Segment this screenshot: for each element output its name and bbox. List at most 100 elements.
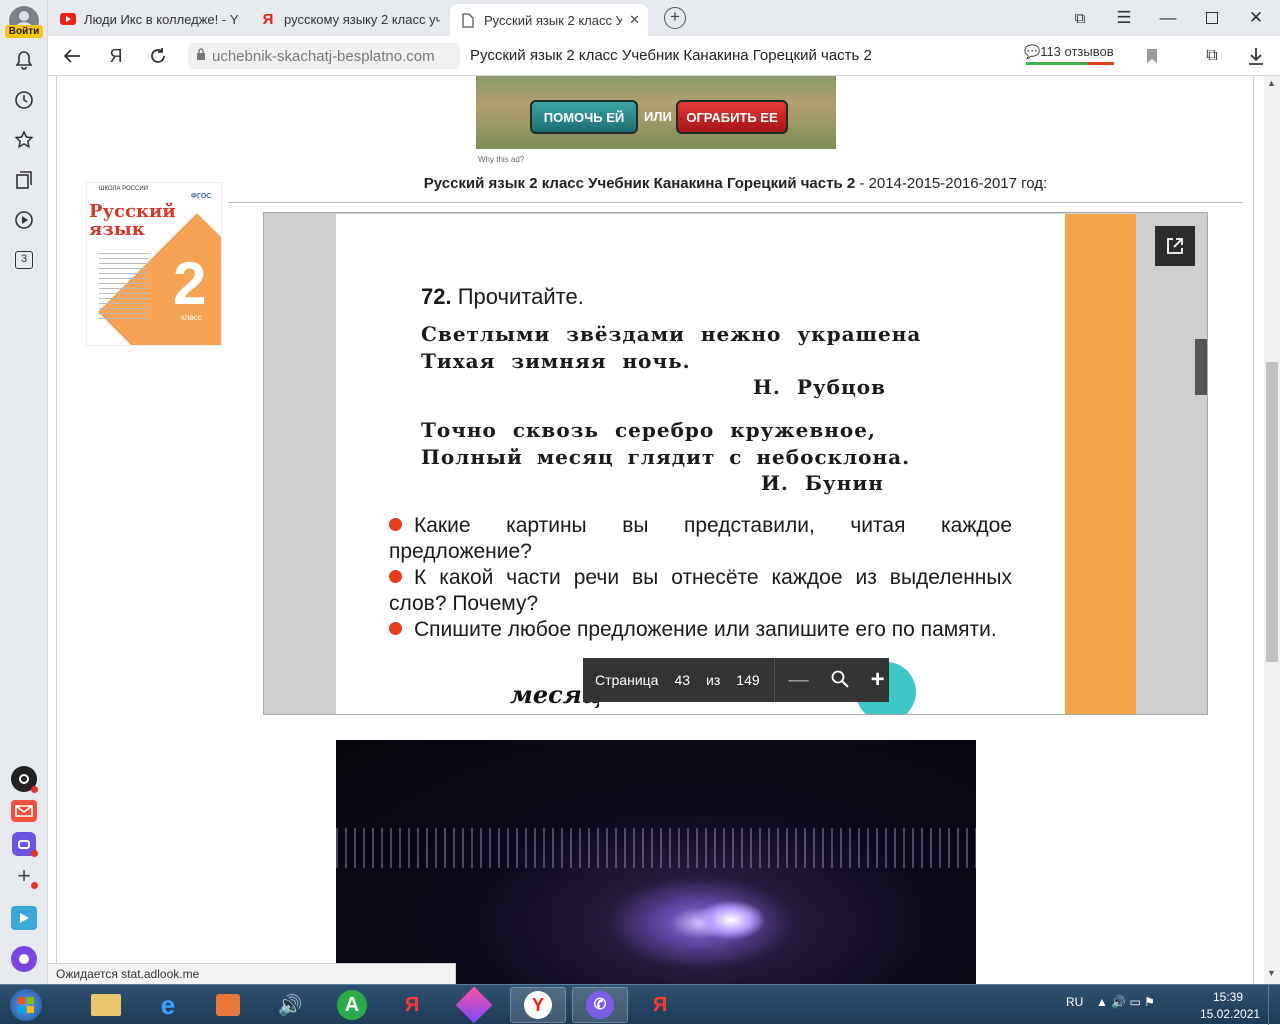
scrollbar-thumb[interactable]	[1266, 362, 1278, 662]
divider	[228, 202, 1243, 203]
tab-manager-icon[interactable]: ⧉	[1068, 6, 1092, 30]
fgos-logo: ФГОС	[191, 193, 212, 200]
reviews-text: 113 отзывов	[1040, 44, 1114, 59]
tray-time[interactable]: 15:39	[1213, 990, 1243, 1004]
city-lights	[336, 828, 976, 868]
maximize-icon[interactable]	[1200, 6, 1224, 30]
status-bar: Ожидается stat.adlook.me	[48, 963, 456, 984]
reload-icon[interactable]	[146, 44, 170, 68]
page-title: Русский язык 2 класс Учебник Канакина Го…	[470, 47, 872, 64]
play-icon[interactable]	[11, 906, 37, 930]
light-burst	[696, 900, 766, 940]
zoom-out-icon[interactable]: —	[789, 669, 809, 692]
history-icon[interactable]	[12, 88, 36, 112]
start-button[interactable]	[2, 987, 50, 1023]
viewer-scrollbar-thumb[interactable]	[1195, 339, 1207, 395]
question-3: Спишите любое предложение или запишите е…	[389, 617, 1012, 643]
windows-icon	[10, 989, 42, 1021]
close-tab-icon[interactable]: ✕	[629, 12, 640, 28]
poem1-line1: Светлыми звёздами нежно украшена	[421, 322, 922, 346]
yandex-icon: Я	[262, 10, 274, 28]
menu-icon[interactable]: ☰	[1112, 6, 1136, 30]
counter-badge: 3	[15, 251, 33, 269]
tray-date[interactable]: 15.02.2021	[1200, 1007, 1260, 1021]
sound-icon[interactable]: 🔊	[262, 987, 318, 1023]
book-title: Русский язык	[89, 201, 176, 240]
zoom-icon[interactable]	[831, 670, 849, 691]
close-window-icon[interactable]: ✕	[1244, 6, 1268, 30]
ad-why-link[interactable]: Why this ad?	[478, 155, 524, 164]
tab-active-page[interactable]: Русский язык 2 класс Уче ✕	[450, 4, 648, 36]
youtube-icon	[60, 11, 76, 27]
question-2: К какой части речи вы отнесёте каждое из…	[389, 566, 1012, 615]
yandex-browser-task[interactable]: Y	[510, 987, 566, 1023]
mail-icon[interactable]	[11, 800, 37, 822]
gem-icon[interactable]	[446, 986, 502, 1024]
url-text: uchebnik-skachatj-besplatno.com	[212, 47, 435, 65]
yandex-task[interactable]: Я	[632, 987, 688, 1023]
video-icon[interactable]	[12, 208, 36, 232]
explorer-icon[interactable]	[78, 987, 134, 1023]
document-icon	[460, 12, 476, 28]
book-series: ШКОЛА РОССИИ	[99, 186, 148, 192]
book-grade-word: класс	[181, 313, 202, 322]
add-badge	[31, 882, 38, 889]
page-scrollbar[interactable]: ▲ ▼	[1264, 76, 1280, 984]
url-bar[interactable]: uchebnik-skachatj-besplatno.com	[188, 43, 460, 69]
taskbar: e 🔊 A Я Y ✆ Я RU ▲ 🔊 ▭ ⚑ 15:39 15.02.202…	[0, 984, 1280, 1025]
book-text-lines	[99, 253, 149, 323]
tray-lang[interactable]: RU	[1066, 995, 1083, 1009]
page-navigator: Страница 43 из 149 — +	[583, 658, 889, 702]
book-grade: 2	[173, 250, 207, 317]
counter-icon[interactable]: 3	[12, 248, 36, 272]
tab-bar: Люди Икс в колледже! - Y Я русскому язык…	[48, 0, 1280, 36]
ie-icon[interactable]: e	[140, 987, 196, 1023]
circle-icon[interactable]	[11, 946, 37, 972]
ad-help-button[interactable]: ПОМОЧЬ ЕЙ	[530, 100, 638, 134]
address-toolbar: Я uchebnik-skachatj-besplatno.com Русски…	[48, 36, 1280, 76]
viber-task[interactable]: ✆	[572, 987, 628, 1023]
new-tab-button[interactable]: +	[664, 7, 686, 29]
headline-years: - 2014-2015-2016-2017 год:	[855, 175, 1048, 192]
question-1: Какие картины вы представили, читая кажд…	[389, 514, 1012, 563]
app-a-icon[interactable]: A	[324, 987, 380, 1023]
open-external-button[interactable]	[1155, 226, 1195, 266]
tab-yandex-search[interactable]: Я русскому языку 2 класс уч	[250, 4, 446, 34]
minimize-icon[interactable]: —	[1156, 6, 1180, 30]
headline: Русский язык 2 класс Учебник Канакина Го…	[228, 175, 1243, 192]
poem1-line2: Тихая зимняя ночь.	[421, 349, 691, 373]
bookmark-icon[interactable]	[1140, 44, 1164, 68]
book-cover: ШКОЛА РОССИИ ФГОС Русский язык 2 класс	[86, 182, 222, 346]
poem2-line2: Полный месяц глядит с небосклона.	[421, 445, 911, 469]
alice-badge	[31, 786, 38, 793]
bullet-icon	[389, 622, 402, 635]
chat-icon: 💬	[1024, 44, 1041, 59]
collections-icon[interactable]	[12, 168, 36, 192]
media-icon[interactable]	[200, 987, 256, 1023]
scroll-up-icon[interactable]: ▲	[1267, 78, 1276, 88]
pager-total: 149	[736, 672, 760, 688]
scroll-down-icon[interactable]: ▼	[1267, 968, 1276, 978]
bell-icon[interactable]	[12, 48, 36, 72]
reviews-badge[interactable]: 💬113 отзывов	[1024, 44, 1116, 66]
textbook-page: 72. Прочитайте. Светлыми звёздами нежно …	[336, 214, 1136, 714]
video-player[interactable]	[336, 740, 976, 984]
tab-title: Русский язык 2 класс Уче	[484, 12, 622, 28]
download-icon[interactable]	[1244, 44, 1268, 68]
tray-icons[interactable]: ▲ 🔊 ▭ ⚑	[1096, 995, 1155, 1009]
ad-rob-button[interactable]: ОГРАБИТЬ ЕЕ	[676, 100, 788, 134]
back-icon[interactable]	[60, 44, 84, 68]
tab-youtube[interactable]: Люди Икс в колледже! - Y	[50, 4, 246, 34]
pager-current-input[interactable]: 43	[674, 672, 690, 688]
yandex-home-icon[interactable]: Я	[104, 44, 128, 68]
yandex-app-icon[interactable]: Я	[384, 987, 440, 1023]
exercise-task: Прочитайте.	[457, 284, 584, 309]
bullet-icon	[389, 518, 402, 531]
extensions-icon[interactable]: ⧉	[1200, 44, 1224, 68]
page-orange-stripe	[1065, 214, 1136, 714]
zoom-in-icon[interactable]: +	[871, 666, 885, 694]
login-button[interactable]: Войти	[5, 25, 43, 38]
star-icon[interactable]	[12, 128, 36, 152]
ad-banner[interactable]: ПОМОЧЬ ЕЙ ИЛИ ОГРАБИТЬ ЕЕ	[476, 76, 836, 149]
show-desktop-button[interactable]	[1268, 985, 1280, 1025]
